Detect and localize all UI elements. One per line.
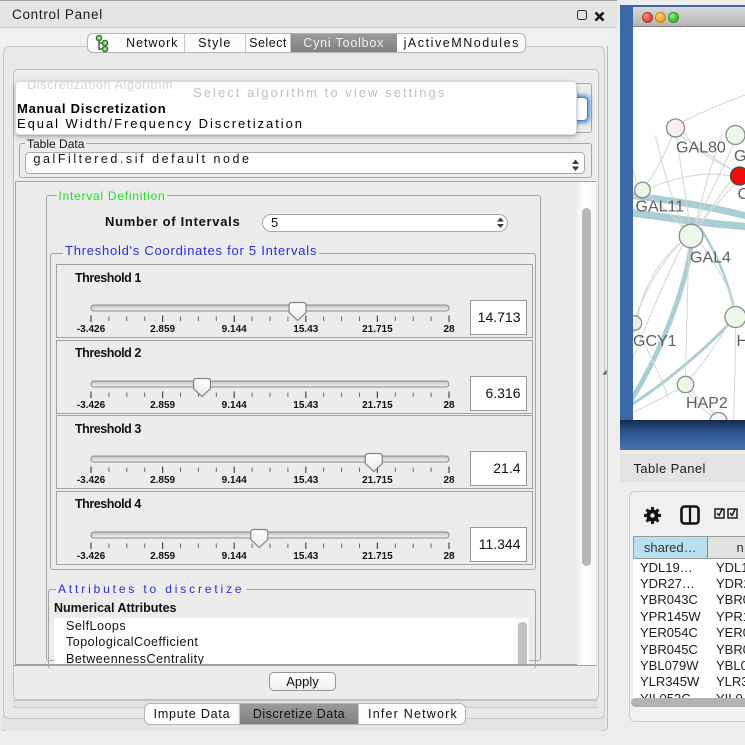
svg-text:-3.426: -3.426 xyxy=(77,475,106,486)
svg-text:9.144: 9.144 xyxy=(222,475,247,486)
svg-text:GAL4: GAL4 xyxy=(690,250,731,267)
svg-text:15.43: 15.43 xyxy=(293,475,318,486)
svg-text:28: 28 xyxy=(443,324,455,335)
svg-text:GAL11: GAL11 xyxy=(635,199,684,216)
svg-text:GCY1: GCY1 xyxy=(633,333,677,350)
svg-text:21.715: 21.715 xyxy=(362,475,393,486)
svg-text:-3.426: -3.426 xyxy=(77,551,106,562)
svg-text:-3.426: -3.426 xyxy=(77,400,106,411)
svg-text:2.859: 2.859 xyxy=(150,475,175,486)
svg-text:C: C xyxy=(737,186,745,203)
svg-text:9.144: 9.144 xyxy=(222,324,247,335)
svg-text:GAL80: GAL80 xyxy=(676,140,726,157)
svg-text:9.144: 9.144 xyxy=(222,400,247,411)
svg-text:2.859: 2.859 xyxy=(150,551,175,562)
svg-text:28: 28 xyxy=(443,551,455,562)
svg-text:21.715: 21.715 xyxy=(362,551,393,562)
svg-text:2.859: 2.859 xyxy=(150,400,175,411)
svg-text:15.43: 15.43 xyxy=(293,400,318,411)
svg-text:H: H xyxy=(736,333,745,350)
svg-text:28: 28 xyxy=(443,400,455,411)
svg-text:21.715: 21.715 xyxy=(362,400,393,411)
svg-text:HAP2: HAP2 xyxy=(686,395,728,412)
svg-text:15.43: 15.43 xyxy=(293,551,318,562)
svg-text:G.: G. xyxy=(734,148,745,165)
svg-text:-3.426: -3.426 xyxy=(77,324,106,335)
svg-text:21.715: 21.715 xyxy=(362,324,393,335)
svg-text:9.144: 9.144 xyxy=(222,551,247,562)
svg-text:28: 28 xyxy=(443,475,455,486)
svg-text:15.43: 15.43 xyxy=(293,324,318,335)
svg-text:2.859: 2.859 xyxy=(150,324,175,335)
